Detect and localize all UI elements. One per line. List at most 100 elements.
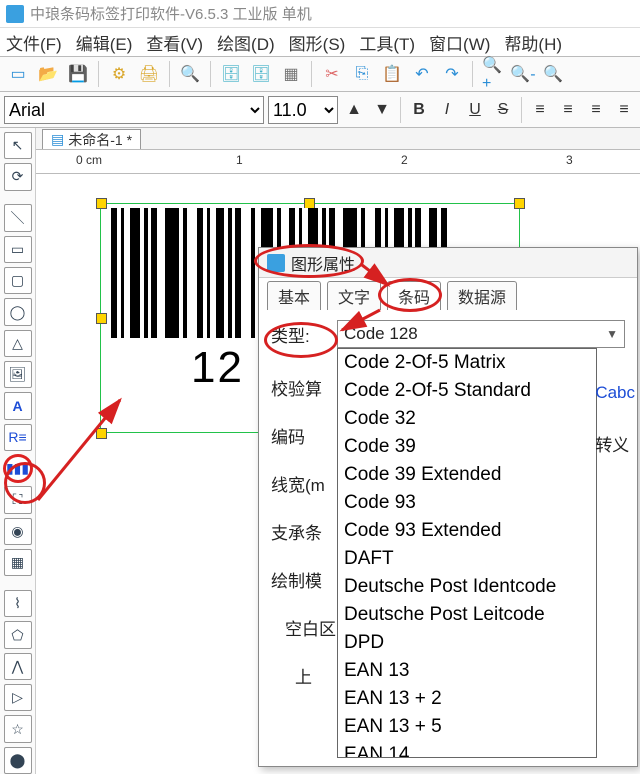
preview-icon[interactable]: 🔍 [178, 62, 202, 86]
barcode-text: 12 [191, 343, 244, 393]
dropdown-item[interactable]: Code 2-Of-5 Matrix [338, 349, 596, 377]
tool-dock: ↖ ⟳ ＼ ▭ ▢ ◯ △ 🖼 A R≡ ▮▮▮ ⛶ ◉ ▦ ⌇ ⬠ ⋀ ▷ ☆… [0, 128, 36, 774]
italic-icon[interactable]: I [435, 98, 459, 122]
app-icon [6, 5, 24, 23]
line-tool-icon[interactable]: ＼ [4, 204, 32, 231]
dropdown-item[interactable]: Code 39 Extended [338, 461, 596, 489]
text-tool-icon[interactable]: A [4, 392, 32, 419]
align-left-icon[interactable]: ≡ [528, 98, 552, 122]
properties-dialog[interactable]: 图形属性 基本 文字 条码 数据源 类型: Code 128 ▼ 校验算 编码 … [258, 247, 638, 767]
tab-text[interactable]: 文字 [327, 281, 381, 310]
dialog-tabs: 基本 文字 条码 数据源 [259, 278, 637, 310]
align-right-icon[interactable]: ≡ [584, 98, 608, 122]
dropdown-item[interactable]: EAN 13 [338, 657, 596, 685]
label-linewidth: 线宽(m [271, 462, 336, 510]
rotate-tool-icon[interactable]: ⟳ [4, 163, 32, 190]
grid-icon[interactable]: ▦ [279, 62, 303, 86]
menu-tool[interactable]: 工具(T) [359, 30, 415, 55]
redo-icon[interactable]: ↷ [440, 62, 464, 86]
dropdown-item[interactable]: Deutsche Post Leitcode [338, 601, 596, 629]
rect-tool-icon[interactable]: ▭ [4, 236, 32, 263]
resize-handle[interactable] [96, 428, 107, 439]
type-dropdown[interactable]: Code 2-Of-5 MatrixCode 2-Of-5 StandardCo… [337, 348, 597, 758]
menu-view[interactable]: 查看(V) [146, 30, 203, 55]
settings-icon[interactable]: ⚙ [107, 62, 131, 86]
resize-handle[interactable] [96, 198, 107, 209]
paste-icon[interactable]: 📋 [380, 62, 404, 86]
resize-handle[interactable] [96, 313, 107, 324]
ellipse-tool-icon[interactable]: ◯ [4, 298, 32, 325]
open-icon[interactable]: 📂 [36, 62, 60, 86]
type-label: 类型: [271, 322, 337, 347]
tab-basic[interactable]: 基本 [267, 281, 321, 310]
select-tool-icon[interactable]: ↖ [4, 132, 32, 159]
dialog-icon [267, 254, 285, 272]
dropdown-item[interactable]: DPD [338, 629, 596, 657]
tab-datasource[interactable]: 数据源 [447, 281, 517, 310]
zoom-fit-icon[interactable]: 🔍 [541, 62, 565, 86]
label-checksum: 校验算 [271, 366, 336, 414]
bold-icon[interactable]: B [407, 98, 431, 122]
font-size-down-icon[interactable]: ▼ [370, 98, 394, 122]
poly-tool-icon[interactable]: ⬠ [4, 621, 32, 648]
strike-icon[interactable]: S [491, 98, 515, 122]
dropdown-item[interactable]: Code 32 [338, 405, 596, 433]
triangle-tool-icon[interactable]: △ [4, 330, 32, 357]
barcode-tool-icon[interactable]: ▮▮▮ [4, 455, 32, 482]
triangle2-tool-icon[interactable]: ▷ [4, 684, 32, 711]
menu-help[interactable]: 帮助(H) [504, 30, 562, 55]
zoom-out-icon[interactable]: 🔍- [511, 62, 535, 86]
zoom-in-icon[interactable]: 🔍+ [481, 62, 505, 86]
image-tool-icon[interactable]: 🖼 [4, 361, 32, 388]
align-justify-icon[interactable]: ≡ [612, 98, 636, 122]
font-size-up-icon[interactable]: ▲ [342, 98, 366, 122]
menu-edit[interactable]: 编辑(E) [76, 30, 133, 55]
document-tab[interactable]: ▤ 未命名-1 * [42, 129, 141, 149]
callout-tool-icon[interactable]: ⬤ [4, 747, 32, 774]
dropdown-item[interactable]: Code 93 [338, 489, 596, 517]
tab-barcode[interactable]: 条码 [387, 281, 441, 310]
cut-icon[interactable]: ✂ [320, 62, 344, 86]
polyline-tool-icon[interactable]: ⋀ [4, 653, 32, 680]
undo-icon[interactable]: ↶ [410, 62, 434, 86]
label-up: 上 [271, 654, 336, 702]
path-tool-icon[interactable]: ⌇ [4, 590, 32, 617]
qrcode-tool-icon[interactable]: ⛶ [4, 486, 32, 513]
side-zy: 转义 [595, 431, 635, 456]
font-size-select[interactable]: 11.0 [268, 96, 338, 124]
type-value: Code 128 [344, 324, 418, 344]
dropdown-item[interactable]: DAFT [338, 545, 596, 573]
menu-shape[interactable]: 图形(S) [289, 30, 346, 55]
richtext-tool-icon[interactable]: R≡ [4, 424, 32, 451]
format-toolbar: Arial 11.0 ▲ ▼ B I U S ≡ ≡ ≡ ≡ [0, 92, 640, 128]
type-select[interactable]: Code 128 ▼ [337, 320, 625, 348]
chevron-down-icon: ▼ [606, 327, 618, 341]
dropdown-item[interactable]: EAN 13 + 5 [338, 713, 596, 741]
print-icon[interactable]: 🖨 [137, 62, 161, 86]
underline-icon[interactable]: U [463, 98, 487, 122]
dropdown-item[interactable]: EAN 14 [338, 741, 596, 758]
database-icon[interactable]: 🗄 [219, 62, 243, 86]
dialog-titlebar[interactable]: 图形属性 [259, 248, 637, 278]
dropdown-item[interactable]: Deutsche Post Identcode [338, 573, 596, 601]
circle2-tool-icon[interactable]: ◉ [4, 518, 32, 545]
database2-icon[interactable]: 🗄 [249, 62, 273, 86]
dropdown-item[interactable]: Code 93 Extended [338, 517, 596, 545]
save-icon[interactable]: 💾 [66, 62, 90, 86]
ruler-mark: 0 cm [76, 153, 102, 167]
align-center-icon[interactable]: ≡ [556, 98, 580, 122]
dropdown-item[interactable]: Code 2-Of-5 Standard [338, 377, 596, 405]
dropdown-item[interactable]: EAN 13 + 2 [338, 685, 596, 713]
ruler-mark: 1 [236, 153, 243, 167]
font-family-select[interactable]: Arial [4, 96, 264, 124]
table-tool-icon[interactable]: ▦ [4, 549, 32, 576]
roundrect-tool-icon[interactable]: ▢ [4, 267, 32, 294]
menu-file[interactable]: 文件(F) [6, 30, 62, 55]
dropdown-item[interactable]: Code 39 [338, 433, 596, 461]
new-icon[interactable]: ▭ [6, 62, 30, 86]
menu-draw[interactable]: 绘图(D) [217, 30, 275, 55]
star-tool-icon[interactable]: ☆ [4, 715, 32, 742]
copy-icon[interactable]: ⎘ [350, 62, 374, 86]
menu-window[interactable]: 窗口(W) [429, 30, 490, 55]
window-title: 中琅条码标签打印软件-V6.5.3 工业版 单机 [30, 3, 312, 24]
